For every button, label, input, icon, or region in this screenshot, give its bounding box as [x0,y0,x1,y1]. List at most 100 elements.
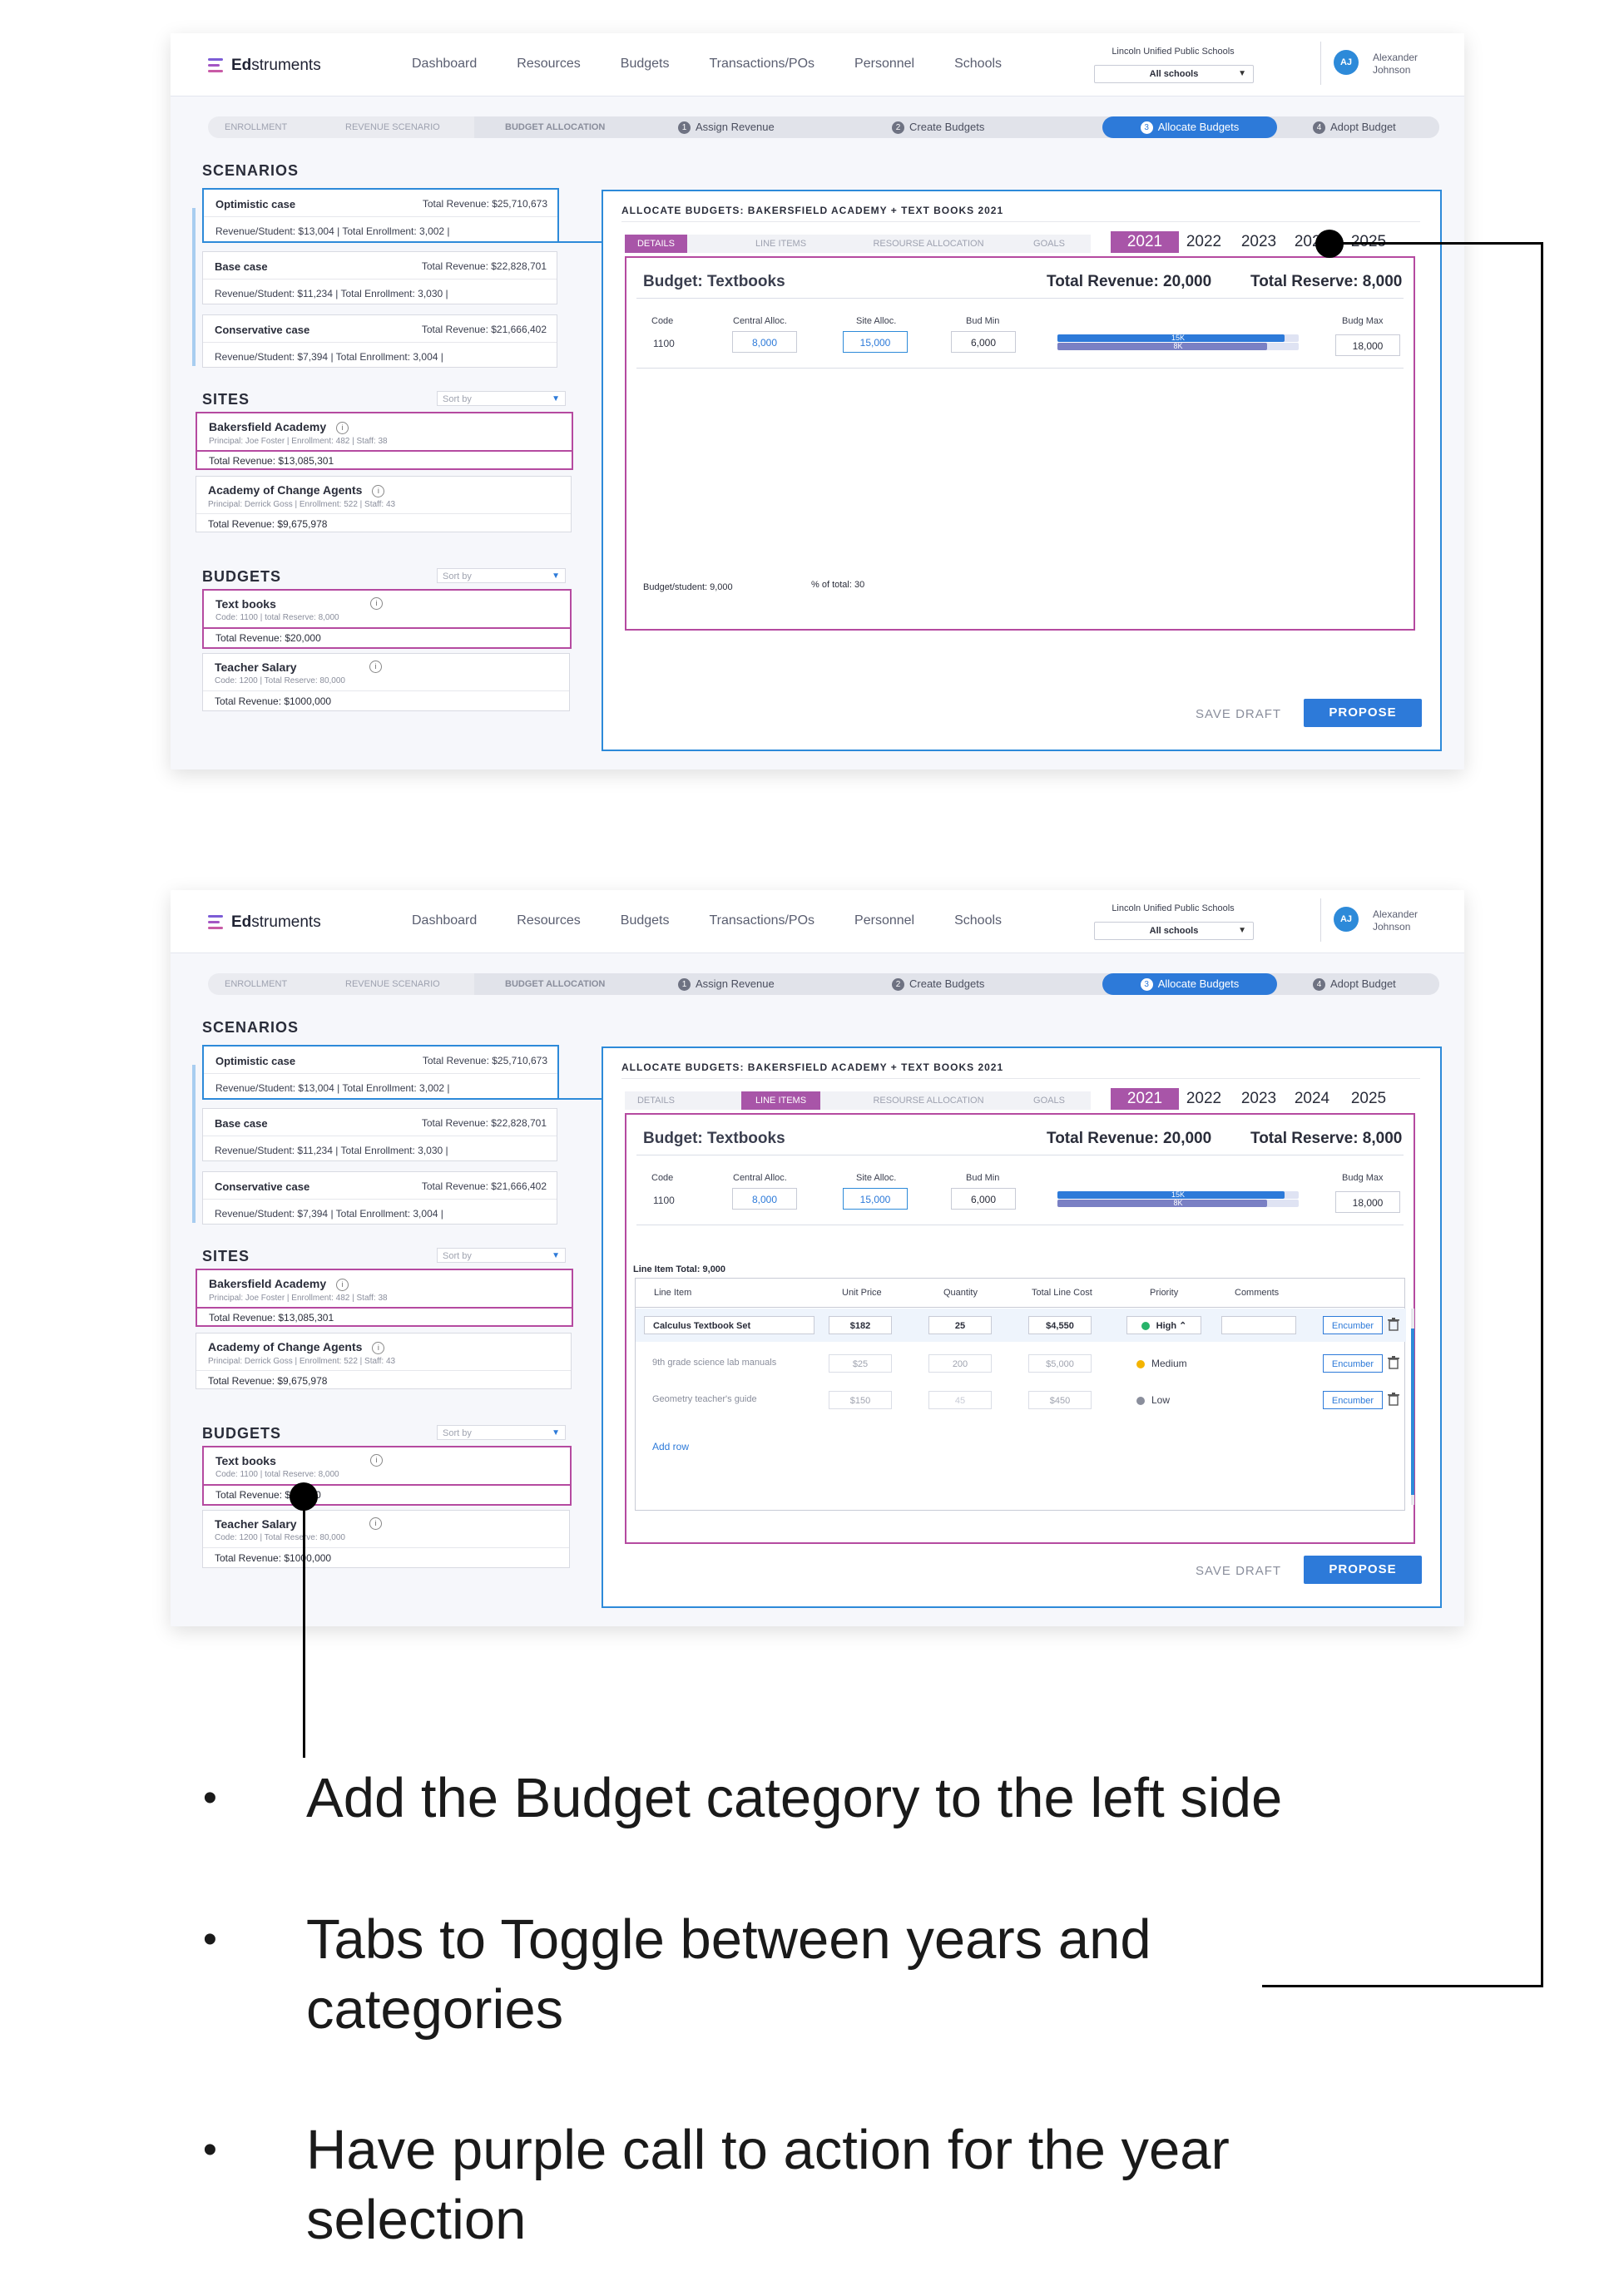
info-icon[interactable]: i [370,597,383,610]
tab-details[interactable]: DETAILS [625,1091,687,1110]
central-alloc-input[interactable]: 8,000 [732,1188,797,1210]
site-card-change-agents[interactable]: Academy of Change Agents i Principal: Der… [196,476,572,532]
tab-line-items[interactable]: LINE ITEMS [741,235,820,253]
budget-card-teacher-salary[interactable]: Teacher Salary i Code: 1200 | Total Rese… [202,1510,570,1568]
budgets-sort-select[interactable]: Sort by ▼ [437,568,566,583]
budgets-sort-select[interactable]: Sort by ▼ [437,1425,566,1440]
nav-schools[interactable]: Schools [954,57,1002,72]
step-budget-allocation[interactable]: BUDGET ALLOCATION [505,116,605,138]
nav-transactions[interactable]: Transactions/POs [709,57,814,72]
info-icon[interactable]: i [336,421,349,434]
step-revenue-scenario[interactable]: REVENUE SCENARIO [345,973,440,995]
trash-icon[interactable] [1388,1393,1399,1406]
year-tab-2022[interactable]: 2022 [1179,231,1229,253]
logo[interactable]: Edstruments [208,57,321,75]
table-row[interactable]: 9th grade science lab manuals $25 200 $5… [636,1347,1406,1380]
bud-min-input[interactable]: 6,000 [951,1188,1016,1210]
year-tab-2025[interactable]: 2025 [1344,1088,1394,1110]
trash-icon[interactable] [1388,1356,1399,1369]
priority-select[interactable]: Low [1136,1394,1170,1406]
site-alloc-input[interactable]: 15,000 [843,331,908,353]
quantity-input[interactable]: 45 [928,1391,992,1409]
scenario-card-optimistic[interactable]: Optimistic case Total Revenue: $25,710,6… [202,188,559,243]
budget-card-textbooks[interactable]: Text books i Code: 1100 | total Reserve:… [202,1446,572,1506]
school-select[interactable]: All schools ▼ [1094,65,1254,83]
nav-budgets[interactable]: Budgets [621,57,670,72]
nav-schools[interactable]: Schools [954,913,1002,928]
site-card-bakersfield[interactable]: Bakersfield Academy i Principal: Joe Fost… [196,412,573,470]
priority-select[interactable]: High ⌃ [1126,1316,1201,1334]
avatar[interactable]: AJ [1334,50,1359,75]
school-select[interactable]: All schools ▼ [1094,922,1254,940]
propose-button[interactable]: PROPOSE [1304,699,1422,727]
line-item-text[interactable]: Geometry teacher's guide [652,1394,757,1404]
budget-card-teacher-salary[interactable]: Teacher Salary i Code: 1200 | Total Rese… [202,653,570,711]
year-tab-2021[interactable]: 2021 [1111,231,1179,253]
scenario-card-base[interactable]: Base case Total Revenue: $22,828,701 Rev… [202,1108,557,1161]
tab-resource-allocation[interactable]: RESOURSE ALLOCATION [858,1091,999,1110]
info-icon[interactable]: i [369,1517,382,1530]
table-row[interactable]: Calculus Textbook Set $182 25 $4,550 Hig… [636,1309,1406,1342]
step-revenue-scenario[interactable]: REVENUE SCENARIO [345,116,440,138]
priority-select[interactable]: Medium [1136,1358,1187,1369]
bud-min-input[interactable]: 6,000 [951,331,1016,353]
line-item-text[interactable]: 9th grade science lab manuals [652,1358,776,1368]
comments-input[interactable] [1221,1316,1296,1334]
scrollbar-thumb[interactable] [1411,1329,1414,1495]
avatar[interactable]: AJ [1334,907,1359,932]
save-draft-button[interactable]: SAVE DRAFT [1196,707,1281,721]
tab-details[interactable]: DETAILS [625,235,687,253]
info-icon[interactable]: i [372,484,385,497]
site-card-change-agents[interactable]: Academy of Change Agents i Principal: Der… [196,1333,572,1389]
quantity-input[interactable]: 200 [928,1354,992,1373]
add-row-link[interactable]: Add row [652,1441,689,1452]
site-alloc-input[interactable]: 15,000 [843,1188,908,1210]
encumber-button[interactable]: Encumber [1323,1354,1383,1373]
budg-max-input[interactable]: 18,000 [1335,1191,1400,1213]
year-tab-2024[interactable]: 2024 [1287,1088,1337,1110]
year-tab-2022[interactable]: 2022 [1179,1088,1229,1110]
year-tab-2023[interactable]: 2023 [1234,1088,1284,1110]
step-create-budgets[interactable]: 2 Create Budgets [892,973,984,995]
step-assign-revenue[interactable]: 1 Assign Revenue [678,116,775,138]
step-allocate-budgets[interactable]: 3 Allocate Budgets [1102,116,1277,138]
nav-budgets[interactable]: Budgets [621,913,670,928]
nav-resources[interactable]: Resources [517,913,580,928]
step-budget-allocation[interactable]: BUDGET ALLOCATION [505,973,605,995]
scenario-card-base[interactable]: Base case Total Revenue: $22,828,701 Rev… [202,251,557,304]
sites-sort-select[interactable]: Sort by ▼ [437,1248,566,1263]
encumber-button[interactable]: Encumber [1323,1316,1383,1334]
step-enrollment[interactable]: ENROLLMENT [225,116,287,138]
step-adopt-budget[interactable]: 4 Adopt Budget [1313,116,1396,138]
site-card-bakersfield[interactable]: Bakersfield Academy i Principal: Joe Fost… [196,1269,573,1327]
save-draft-button[interactable]: SAVE DRAFT [1196,1564,1281,1578]
line-item-input[interactable]: Calculus Textbook Set [644,1316,814,1334]
step-allocate-budgets[interactable]: 3 Allocate Budgets [1102,973,1277,995]
step-adopt-budget[interactable]: 4 Adopt Budget [1313,973,1396,995]
info-icon[interactable]: i [370,1454,383,1467]
nav-personnel[interactable]: Personnel [854,57,914,72]
info-icon[interactable]: i [336,1278,349,1291]
info-icon[interactable]: i [369,661,382,673]
quantity-input[interactable]: 25 [928,1316,992,1334]
nav-transactions[interactable]: Transactions/POs [709,913,814,928]
encumber-button[interactable]: Encumber [1323,1391,1383,1409]
unit-price-input[interactable]: $182 [829,1316,892,1334]
step-assign-revenue[interactable]: 1 Assign Revenue [678,973,775,995]
budget-card-textbooks[interactable]: Text books i Code: 1100 | total Reserve:… [202,589,572,649]
trash-icon[interactable] [1388,1318,1399,1331]
unit-price-input[interactable]: $25 [829,1354,892,1373]
tab-goals[interactable]: GOALS [1024,1091,1074,1110]
logo[interactable]: Edstruments [208,913,321,932]
year-tab-2021[interactable]: 2021 [1111,1088,1179,1110]
step-create-budgets[interactable]: 2 Create Budgets [892,116,984,138]
tab-resource-allocation[interactable]: RESOURSE ALLOCATION [858,235,999,253]
unit-price-input[interactable]: $150 [829,1391,892,1409]
tab-line-items[interactable]: LINE ITEMS [741,1091,820,1110]
scenario-card-conservative[interactable]: Conservative case Total Revenue: $21,666… [202,1171,557,1225]
nav-resources[interactable]: Resources [517,57,580,72]
tab-goals[interactable]: GOALS [1024,235,1074,253]
nav-dashboard[interactable]: Dashboard [412,57,477,72]
budg-max-input[interactable]: 18,000 [1335,334,1400,356]
year-tab-2023[interactable]: 2023 [1234,231,1284,253]
